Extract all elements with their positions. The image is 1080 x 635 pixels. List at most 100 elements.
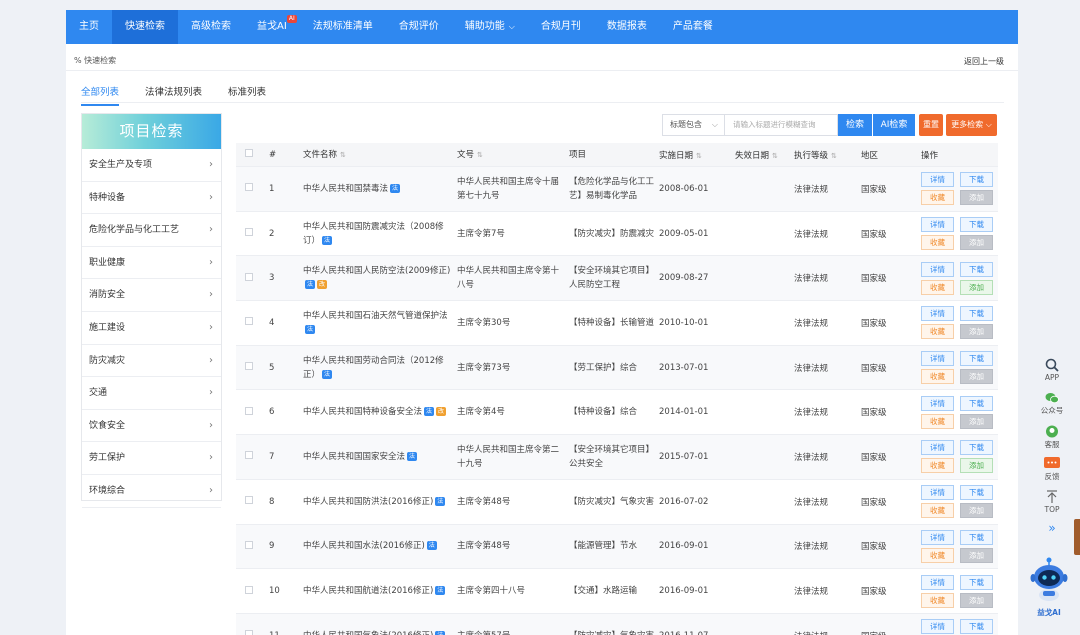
nav-compliance-eval[interactable]: 合规评价	[386, 10, 452, 44]
wechat-button[interactable]: 公众号	[1036, 392, 1068, 416]
favorite-button[interactable]: 收藏	[921, 547, 954, 563]
feedback-button[interactable]: 反馈	[1036, 457, 1068, 482]
side-scroll-handle[interactable]	[1074, 519, 1080, 555]
favorite-button[interactable]: 收藏	[921, 324, 954, 340]
col-level[interactable]: 执行等级 ⇅	[794, 149, 861, 161]
row-name[interactable]: 中华人民共和国防震减灾法（2008修订）法	[303, 220, 457, 248]
download-button[interactable]: 下载	[960, 619, 993, 635]
sort-icon[interactable]: ⇅	[696, 152, 702, 160]
row-checkbox[interactable]	[245, 540, 253, 549]
detail-button[interactable]: 详情	[921, 440, 954, 456]
nav-regulation-list[interactable]: 法规标准清单	[300, 10, 386, 44]
favorite-button[interactable]: 收藏	[921, 458, 954, 474]
row-name[interactable]: 中华人民共和国航道法(2016修正) 法	[303, 584, 457, 598]
favorite-button[interactable]: 收藏	[921, 592, 954, 608]
download-button[interactable]: 下载	[960, 172, 993, 188]
detail-button[interactable]: 详情	[921, 261, 954, 277]
nav-quick-search[interactable]: 快速检索	[112, 10, 178, 44]
detail-button[interactable]: 详情	[921, 485, 954, 501]
row-checkbox[interactable]	[245, 317, 253, 326]
search-input[interactable]: 请输入标题进行模糊查询	[724, 114, 838, 136]
project-item[interactable]: 危险化学品与化工工艺 ›	[82, 214, 221, 247]
download-button[interactable]: 下载	[960, 217, 993, 233]
download-button[interactable]: 下载	[960, 574, 993, 590]
back-link[interactable]: 返回上一级	[964, 56, 1004, 67]
row-checkbox[interactable]	[245, 451, 253, 460]
sort-icon[interactable]: ⇅	[340, 151, 346, 159]
download-button[interactable]: 下载	[960, 306, 993, 322]
row-checkbox[interactable]	[245, 630, 253, 635]
add-button[interactable]: 添加	[960, 503, 993, 519]
favorite-button[interactable]: 收藏	[921, 190, 954, 206]
add-button[interactable]: 添加	[960, 458, 993, 474]
add-button[interactable]: 添加	[960, 235, 993, 251]
detail-button[interactable]: 详情	[921, 619, 954, 635]
detail-button[interactable]: 详情	[921, 217, 954, 233]
nav-yige-ai[interactable]: 益戈AI AI	[244, 10, 300, 44]
download-button[interactable]: 下载	[960, 395, 993, 411]
ai-search-button[interactable]: AI检索	[873, 114, 915, 136]
favorite-button[interactable]: 收藏	[921, 235, 954, 251]
project-item[interactable]: 职业健康 ›	[82, 247, 221, 280]
download-button[interactable]: 下载	[960, 261, 993, 277]
row-checkbox[interactable]	[245, 406, 253, 415]
app-button[interactable]: APP	[1036, 358, 1068, 382]
ai-assistant-button[interactable]: 益戈AI	[1027, 556, 1071, 618]
add-button[interactable]: 添加	[960, 592, 993, 608]
service-button[interactable]: 客服	[1036, 425, 1068, 450]
row-checkbox[interactable]	[245, 585, 253, 594]
download-button[interactable]: 下载	[960, 440, 993, 456]
favorite-button[interactable]: 收藏	[921, 279, 954, 295]
expand-rail-button[interactable]: »	[1036, 521, 1068, 535]
favorite-button[interactable]: 收藏	[921, 369, 954, 385]
detail-button[interactable]: 详情	[921, 529, 954, 545]
more-search-button[interactable]: 更多检索 ⌵	[946, 114, 997, 136]
project-item[interactable]: 安全生产及专项 ›	[82, 149, 221, 182]
row-name[interactable]: 中华人民共和国防洪法(2016修正) 法	[303, 495, 457, 509]
col-impl-date[interactable]: 实施日期 ⇅	[659, 149, 735, 161]
project-item[interactable]: 交通 ›	[82, 377, 221, 410]
row-name[interactable]: 中华人民共和国禁毒法法	[303, 182, 457, 196]
col-expiry-date[interactable]: 失效日期 ⇅	[735, 149, 794, 161]
back-to-top-button[interactable]: TOP	[1036, 490, 1068, 514]
row-name[interactable]: 中华人民共和国国家安全法法	[303, 450, 457, 464]
row-checkbox[interactable]	[245, 183, 253, 192]
row-name[interactable]: 中华人民共和国特种设备安全法法改	[303, 405, 457, 419]
project-item[interactable]: 施工建设 ›	[82, 312, 221, 345]
sort-icon[interactable]: ⇅	[831, 152, 837, 160]
add-button[interactable]: 添加	[960, 369, 993, 385]
detail-button[interactable]: 详情	[921, 574, 954, 590]
search-button[interactable]: 检索	[838, 114, 872, 136]
nav-reports[interactable]: 数据报表	[594, 10, 660, 44]
reset-button[interactable]: 重置	[919, 114, 943, 136]
project-item[interactable]: 劳工保护 ›	[82, 442, 221, 475]
project-item[interactable]: 防灾减灾 ›	[82, 345, 221, 378]
col-name[interactable]: 文件名称 ⇅	[303, 148, 457, 162]
row-name[interactable]: 中华人民共和国劳动合同法（2012修正）法	[303, 354, 457, 382]
row-checkbox[interactable]	[245, 272, 253, 281]
col-doc[interactable]: 文号 ⇅	[457, 148, 569, 162]
download-button[interactable]: 下载	[960, 351, 993, 367]
nav-aux-functions[interactable]: 辅助功能 ⌵	[452, 10, 528, 44]
add-button[interactable]: 添加	[960, 413, 993, 429]
add-button[interactable]: 添加	[960, 547, 993, 563]
select-all-checkbox[interactable]	[245, 149, 253, 157]
download-button[interactable]: 下载	[960, 485, 993, 501]
sort-icon[interactable]: ⇅	[477, 151, 483, 159]
project-item[interactable]: 消防安全 ›	[82, 279, 221, 312]
nav-home[interactable]: 主页	[66, 10, 112, 44]
favorite-button[interactable]: 收藏	[921, 413, 954, 429]
row-name[interactable]: 中华人民共和国水法(2016修正) 法	[303, 539, 457, 553]
detail-button[interactable]: 详情	[921, 351, 954, 367]
add-button[interactable]: 添加	[960, 324, 993, 340]
row-checkbox[interactable]	[245, 228, 253, 237]
detail-button[interactable]: 详情	[921, 306, 954, 322]
detail-button[interactable]: 详情	[921, 395, 954, 411]
row-name[interactable]: 中华人民共和国石油天然气管道保护法法	[303, 309, 457, 337]
add-button[interactable]: 添加	[960, 190, 993, 206]
favorite-button[interactable]: 收藏	[921, 503, 954, 519]
row-name[interactable]: 中华人民共和国气象法(2016修正)法	[303, 629, 457, 635]
nav-packages[interactable]: 产品套餐	[660, 10, 726, 44]
search-mode-select[interactable]: 标题包含 ⌵	[662, 114, 724, 136]
project-item[interactable]: 特种设备 ›	[82, 182, 221, 215]
